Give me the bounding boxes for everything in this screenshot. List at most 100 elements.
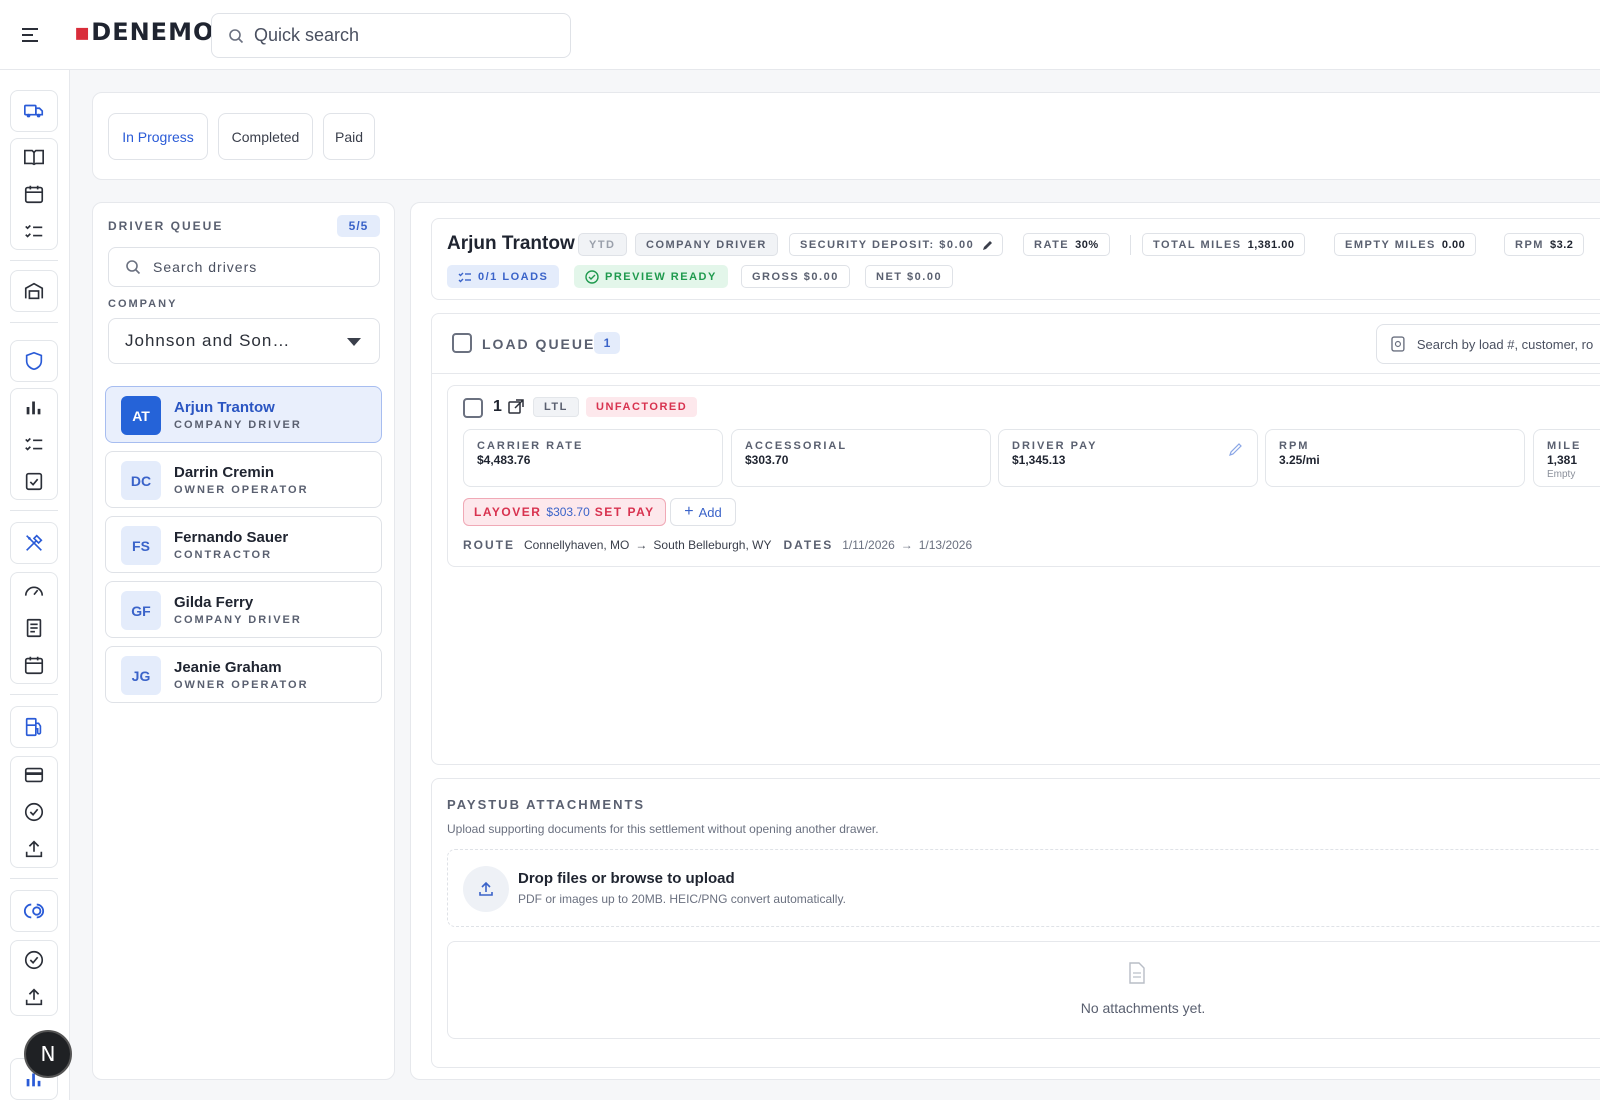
document-icon — [1129, 962, 1145, 984]
driver-count-badge: 5/5 — [337, 215, 380, 237]
sidebar-group-fuel — [10, 706, 58, 748]
shield-icon[interactable] — [17, 344, 51, 378]
driver-item[interactable]: AT Arjun Trantow COMPANY DRIVER — [105, 386, 382, 443]
upload-icon[interactable] — [17, 980, 51, 1014]
layover-accessorial-chip[interactable]: LAYOVER $303.70 SET PAY — [463, 498, 666, 526]
receipt-icon[interactable] — [17, 611, 51, 645]
sidebar — [0, 70, 70, 1100]
user-avatar[interactable]: N — [24, 1030, 72, 1078]
calendar-icon[interactable] — [17, 177, 51, 211]
security-deposit-pill[interactable]: SECURITY DEPOSIT: $0.00 — [789, 233, 1004, 256]
load-count-badge: 1 — [594, 332, 620, 354]
fuel-icon[interactable] — [17, 710, 51, 744]
company-label: COMPANY — [108, 298, 178, 310]
bar-chart-icon[interactable] — [17, 390, 51, 424]
edit-driver-pay-icon[interactable] — [1229, 442, 1243, 456]
speedometer-icon[interactable] — [17, 574, 51, 608]
driver-name: Darrin Cremin — [174, 464, 275, 481]
book-icon[interactable] — [17, 140, 51, 174]
driver-pay-metric: DRIVER PAY $1,345.13 — [998, 429, 1258, 487]
driver-role: OWNER OPERATOR — [174, 679, 309, 691]
sidebar-group-dispatch — [10, 90, 58, 132]
sidebar-group-maintenance — [10, 522, 58, 564]
dropzone-hint: PDF or images up to 20MB. HEIC/PNG conve… — [518, 892, 846, 906]
accessorial-metric: ACCESSORIAL $303.70 — [731, 429, 991, 487]
chevron-down-icon — [347, 338, 361, 346]
upload-icon — [463, 866, 509, 912]
load-search-box[interactable] — [1376, 324, 1600, 364]
security-deposit-label: SECURITY DEPOSIT: $0.00 — [800, 238, 975, 251]
driver-name: Gilda Ferry — [174, 594, 254, 611]
quick-search-input[interactable] — [254, 25, 534, 46]
company-select[interactable]: Johnson and Son… — [108, 318, 380, 364]
rpm-pill: RPM $3.2 — [1504, 233, 1585, 256]
driver-search-input[interactable] — [153, 259, 373, 275]
status-tabs-bar: In Progress Completed Paid — [92, 92, 1600, 180]
sidebar-group-payments — [10, 756, 58, 868]
load-search-input[interactable] — [1416, 336, 1600, 352]
driver-role: OWNER OPERATOR — [174, 484, 309, 496]
check-circle-icon[interactable] — [17, 943, 51, 977]
warehouse-icon[interactable] — [17, 274, 51, 308]
search-icon — [229, 28, 244, 43]
select-all-checkbox[interactable] — [452, 333, 472, 353]
attachments-empty-state: No attachments yet. — [447, 941, 1600, 1039]
upload-icon[interactable] — [17, 832, 51, 866]
truck-icon[interactable] — [17, 94, 51, 128]
load-card: 1 LTL UNFACTORED CARRIER RATE $4,483.76 … — [447, 385, 1600, 567]
driver-avatar: AT — [121, 396, 161, 435]
driver-role: COMPANY DRIVER — [174, 419, 302, 431]
sidebar-group-logs — [10, 572, 58, 684]
checklist-icon — [458, 272, 471, 282]
quick-search-box[interactable] — [211, 13, 571, 58]
driver-title: Arjun Trantow — [447, 233, 575, 254]
driver-search-box[interactable] — [108, 247, 380, 287]
driver-summary-header: Arjun Trantow YTD COMPANY DRIVER SECURIT… — [431, 218, 1600, 300]
driver-item[interactable]: JG Jeanie Graham OWNER OPERATOR — [105, 646, 382, 703]
miles-metric: MILE 1,381 Empty — [1533, 429, 1600, 487]
net-pill: NET $0.00 — [865, 265, 954, 288]
tab-completed[interactable]: Completed — [218, 113, 313, 160]
load-queue-header: LOAD QUEUE 1 — [432, 314, 1600, 374]
checklist-icon[interactable] — [17, 214, 51, 248]
driver-avatar: FS — [121, 526, 161, 565]
plus-icon: + — [684, 503, 694, 520]
sidebar-group-safety — [10, 340, 58, 382]
app-logo[interactable]: ▪DENEMO — [74, 18, 214, 46]
file-dropzone[interactable]: Drop files or browse to upload PDF or im… — [447, 849, 1600, 927]
search-icon — [126, 260, 141, 275]
checklist-icon[interactable] — [17, 427, 51, 461]
ytd-badge[interactable]: YTD — [578, 233, 627, 256]
calendar-icon[interactable] — [17, 648, 51, 682]
load-checkbox[interactable] — [463, 398, 483, 418]
factoring-status-tag: UNFACTORED — [586, 397, 698, 417]
rate-pill: RATE 30% — [1023, 233, 1110, 256]
driver-name: Fernando Sauer — [174, 529, 289, 546]
menu-icon[interactable] — [20, 25, 42, 45]
credit-card-icon[interactable] — [17, 758, 51, 792]
driver-role: CONTRACTOR — [174, 549, 273, 561]
driver-queue-title: DRIVER QUEUE — [108, 219, 224, 233]
check-circle-icon[interactable] — [17, 795, 51, 829]
sidebar-group-integrations — [10, 890, 58, 932]
empty-attachments-text: No attachments yet. — [1080, 1000, 1206, 1016]
add-accessorial-button[interactable]: + Add — [670, 498, 736, 526]
clipboard-check-icon[interactable] — [17, 464, 51, 498]
attachments-description: Upload supporting documents for this set… — [447, 822, 879, 836]
tab-in-progress[interactable]: In Progress — [108, 113, 208, 160]
settlement-panel: Arjun Trantow YTD COMPANY DRIVER SECURIT… — [410, 202, 1600, 1080]
tab-paid[interactable]: Paid — [323, 113, 375, 160]
tools-icon[interactable] — [17, 526, 51, 560]
check-circle-icon — [585, 269, 599, 284]
driver-avatar: DC — [121, 461, 161, 500]
paystub-attachments-panel: PAYSTUB ATTACHMENTS Upload supporting do… — [431, 778, 1600, 1068]
load-queue-panel: LOAD QUEUE 1 1 LTL UNFACTORED CARRIER RA… — [431, 313, 1600, 765]
sidebar-group-misc — [10, 940, 58, 1016]
pencil-icon[interactable] — [982, 239, 994, 251]
external-link-icon[interactable] — [508, 399, 524, 415]
document-search-icon — [1391, 336, 1405, 352]
integration-icon[interactable] — [17, 894, 51, 928]
driver-item[interactable]: FS Fernando Sauer CONTRACTOR — [105, 516, 382, 573]
driver-item[interactable]: DC Darrin Cremin OWNER OPERATOR — [105, 451, 382, 508]
driver-item[interactable]: GF Gilda Ferry COMPANY DRIVER — [105, 581, 382, 638]
